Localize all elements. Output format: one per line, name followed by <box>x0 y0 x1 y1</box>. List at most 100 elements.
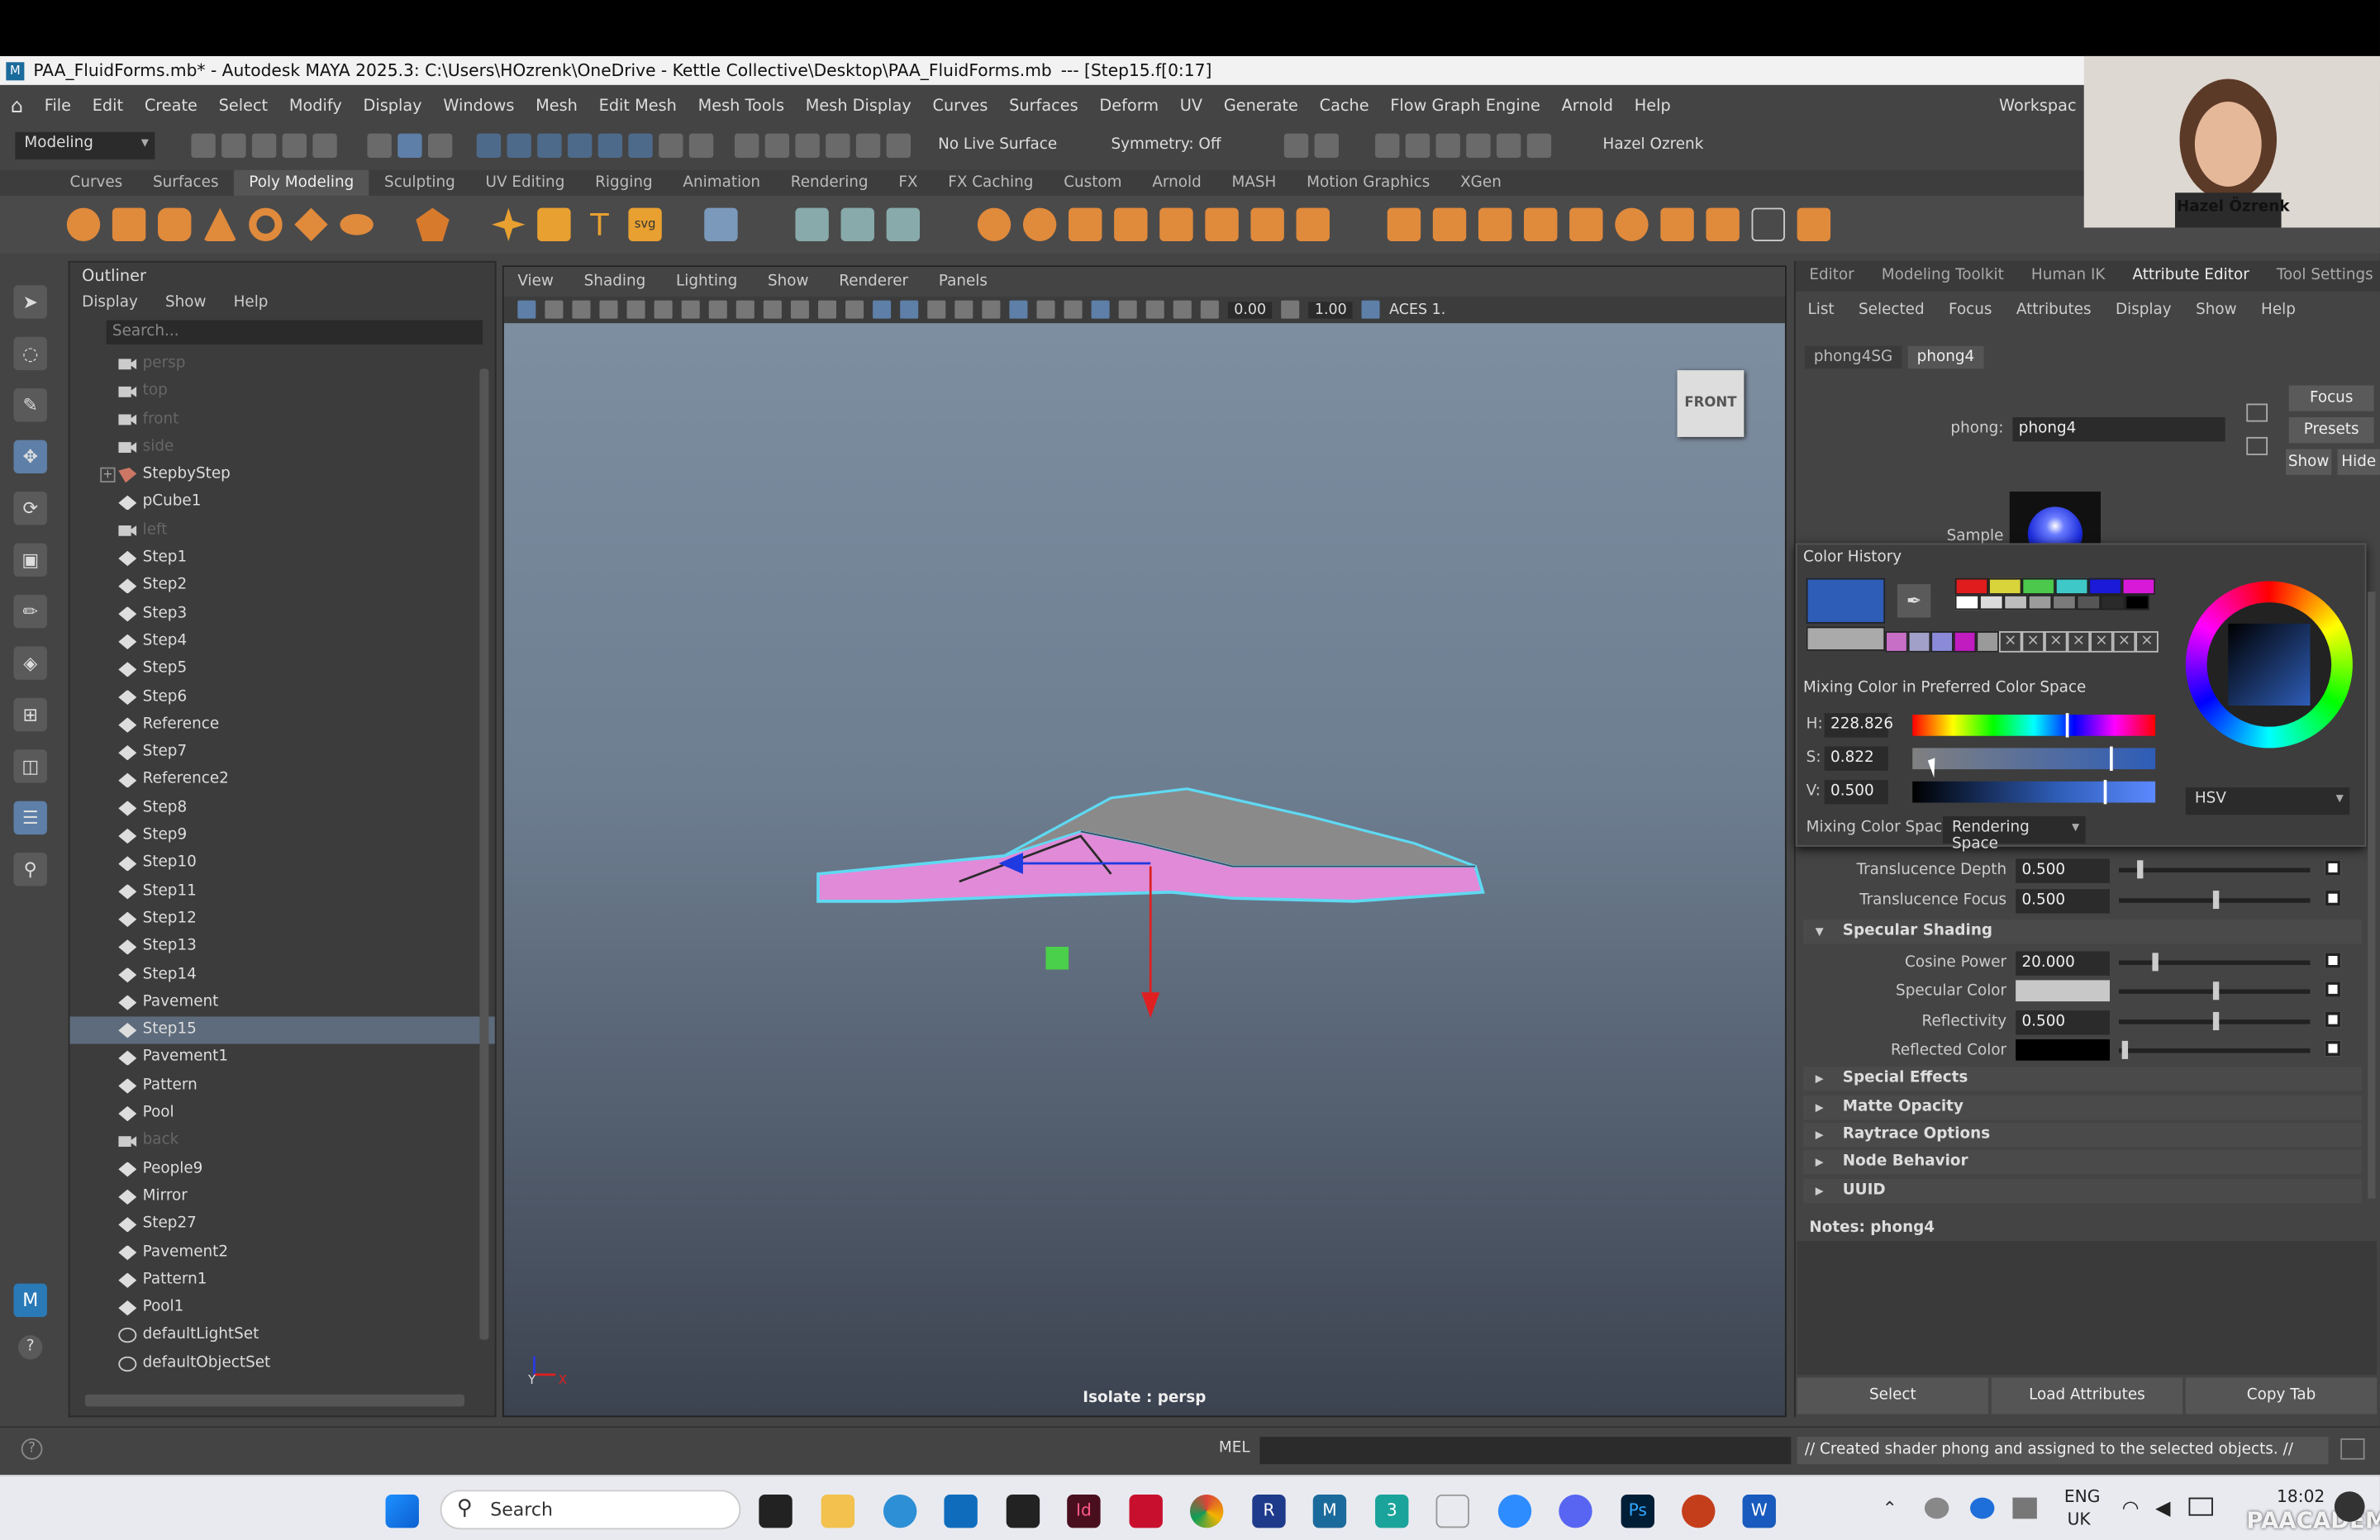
menu-uv[interactable]: UV <box>1169 97 1213 116</box>
svg-tool-icon[interactable]: svg <box>628 207 662 242</box>
shelf-tab-fx[interactable]: FX <box>883 174 933 191</box>
powerpoint-icon[interactable] <box>1682 1494 1716 1528</box>
outliner-item[interactable]: front <box>69 406 494 434</box>
ae-menu-display[interactable]: Display <box>2116 292 2172 331</box>
notification-icon[interactable] <box>2334 1491 2365 1523</box>
fill-hole-icon[interactable] <box>1250 207 1284 242</box>
select-button[interactable]: Select <box>1797 1377 1989 1414</box>
outliner-vertical-scrollbar[interactable] <box>479 368 489 1340</box>
outliner-item[interactable]: Pool <box>69 1100 494 1128</box>
tab-channel-editor[interactable]: Editor <box>1796 261 1868 292</box>
rhino-icon[interactable] <box>1006 1494 1040 1528</box>
translucence-focus-field[interactable]: 0.500 <box>2016 889 2111 914</box>
shelf-tab-mash[interactable]: MASH <box>1216 174 1292 191</box>
shelf-tab-surfaces[interactable]: Surfaces <box>138 174 234 191</box>
menu-file[interactable]: File <box>34 97 82 116</box>
snap-grid-icon[interactable] <box>628 132 653 158</box>
sweep-mesh-icon[interactable] <box>537 207 571 242</box>
3dsmax-icon[interactable]: 3 <box>1375 1494 1409 1528</box>
reflected-color-slider[interactable] <box>2119 1040 2311 1059</box>
menu-deform[interactable]: Deform <box>1089 97 1169 116</box>
snap-live-icon[interactable] <box>886 132 912 158</box>
translucence-depth-slider[interactable] <box>2119 860 2311 879</box>
offset-edge-icon[interactable] <box>1478 207 1512 242</box>
select-edge-icon[interactable] <box>507 132 531 158</box>
insert-edge-loop-icon[interactable] <box>1432 207 1467 242</box>
map-button-icon[interactable] <box>2325 1011 2341 1028</box>
paint-select-icon[interactable]: ✎ <box>13 388 47 422</box>
outliner-item[interactable]: Step6 <box>69 683 494 711</box>
outliner-item[interactable]: Step5 <box>69 656 494 684</box>
extrude-icon[interactable] <box>1069 207 1102 242</box>
poly-disc-icon[interactable] <box>340 213 374 235</box>
render-settings-icon[interactable] <box>1405 132 1430 158</box>
mixing-space-dropdown[interactable]: Rendering Space <box>1942 816 2086 853</box>
bevel-icon[interactable] <box>1159 207 1193 242</box>
load-attributes-button[interactable]: Load Attributes <box>1991 1377 2183 1414</box>
expand-icon[interactable]: + <box>100 467 116 483</box>
single-perspective-icon[interactable]: ◈ <box>13 646 47 680</box>
super-shape-icon[interactable] <box>492 207 526 242</box>
value-slider-knob[interactable] <box>2103 779 2107 805</box>
outliner-item[interactable]: Pavement2 <box>69 1239 494 1267</box>
outliner-item[interactable]: Step9 <box>69 822 494 850</box>
menu-arnold[interactable]: Arnold <box>1551 97 1624 116</box>
output-connection-icon[interactable] <box>2246 403 2268 422</box>
color-history-swatch[interactable] <box>1953 630 1977 653</box>
color-history-swatch[interactable] <box>2027 594 2053 611</box>
platonic-solid-icon[interactable] <box>416 207 450 242</box>
raytrace-options-section[interactable]: Raytrace Options <box>1802 1123 2362 1148</box>
ae-menu-focus[interactable]: Focus <box>1949 292 1992 331</box>
menu-mesh-display[interactable]: Mesh Display <box>795 97 922 116</box>
menu-windows[interactable]: Windows <box>432 97 525 116</box>
outliner-item[interactable]: defaultLightSet <box>69 1322 494 1350</box>
color-wheel[interactable] <box>2185 581 2353 749</box>
translucence-focus-slider[interactable] <box>2119 891 2311 910</box>
select-component-icon[interactable] <box>427 132 453 158</box>
menu-edit-mesh[interactable]: Edit Mesh <box>588 97 688 116</box>
outliner-menu-help[interactable]: Help <box>234 290 269 317</box>
poly-torus-icon[interactable] <box>249 207 283 242</box>
clock-time[interactable]: 18:02 <box>2277 1487 2325 1507</box>
saturation-slider[interactable] <box>1912 746 2156 771</box>
shelf-tab-xgen[interactable]: XGen <box>1445 174 1516 191</box>
color-square[interactable] <box>2228 623 2311 706</box>
outliner-layout-icon[interactable]: ☰ <box>13 801 47 835</box>
bounding-box-icon[interactable] <box>1751 207 1785 242</box>
merge-icon[interactable] <box>1296 207 1330 242</box>
select-tool-icon[interactable]: ➤ <box>13 285 47 319</box>
node-tab-phong4[interactable]: phong4 <box>1907 345 1984 369</box>
outliner-item[interactable]: Reference2 <box>69 767 494 795</box>
four-view-icon[interactable]: ⊞ <box>13 697 47 732</box>
ae-menu-list[interactable]: List <box>1808 292 1835 331</box>
move-manipulator-y-arrow[interactable] <box>1141 992 1160 1019</box>
color-history-swatch[interactable] <box>1954 594 1980 611</box>
empty-swatch-icon[interactable]: × <box>1998 630 2022 653</box>
circularize-icon[interactable] <box>1615 207 1649 242</box>
ae-menu-attributes[interactable]: Attributes <box>2016 292 2092 331</box>
color-history-swatch[interactable] <box>2121 578 2156 595</box>
outliner-item[interactable]: defaultObjectSet <box>69 1350 494 1378</box>
color-history-swatch[interactable] <box>2021 578 2055 595</box>
reflected-color-swatch[interactable] <box>2016 1039 2111 1061</box>
special-effects-section[interactable]: Special Effects <box>1802 1067 2362 1091</box>
discord-icon[interactable] <box>1559 1494 1592 1528</box>
outliner-item[interactable]: back <box>69 1128 494 1156</box>
move-manipulator-center[interactable] <box>1045 946 1069 970</box>
command-input[interactable] <box>1259 1437 1792 1465</box>
color-history-swatch[interactable] <box>1907 630 1931 653</box>
poly-cylinder-icon[interactable] <box>158 207 192 242</box>
color-history-swatch[interactable] <box>1979 594 2004 611</box>
outliner-menu-show[interactable]: Show <box>165 290 207 317</box>
pen-app-icon[interactable] <box>1435 1494 1469 1528</box>
help-icon[interactable]: ? <box>18 1335 43 1360</box>
shelf-tab-motion-graphics[interactable]: Motion Graphics <box>1292 174 1445 191</box>
saturation-field[interactable]: 0.822 <box>1824 746 1888 771</box>
boolean-union-icon[interactable] <box>977 207 1011 242</box>
home-icon[interactable]: ⌂ <box>0 95 34 118</box>
mirror-icon[interactable] <box>1660 207 1694 242</box>
windows-start-icon[interactable] <box>385 1494 419 1528</box>
bridge-icon[interactable] <box>1114 207 1148 242</box>
presets-button[interactable]: Presets <box>2288 417 2374 444</box>
snap-icon[interactable] <box>688 132 714 158</box>
